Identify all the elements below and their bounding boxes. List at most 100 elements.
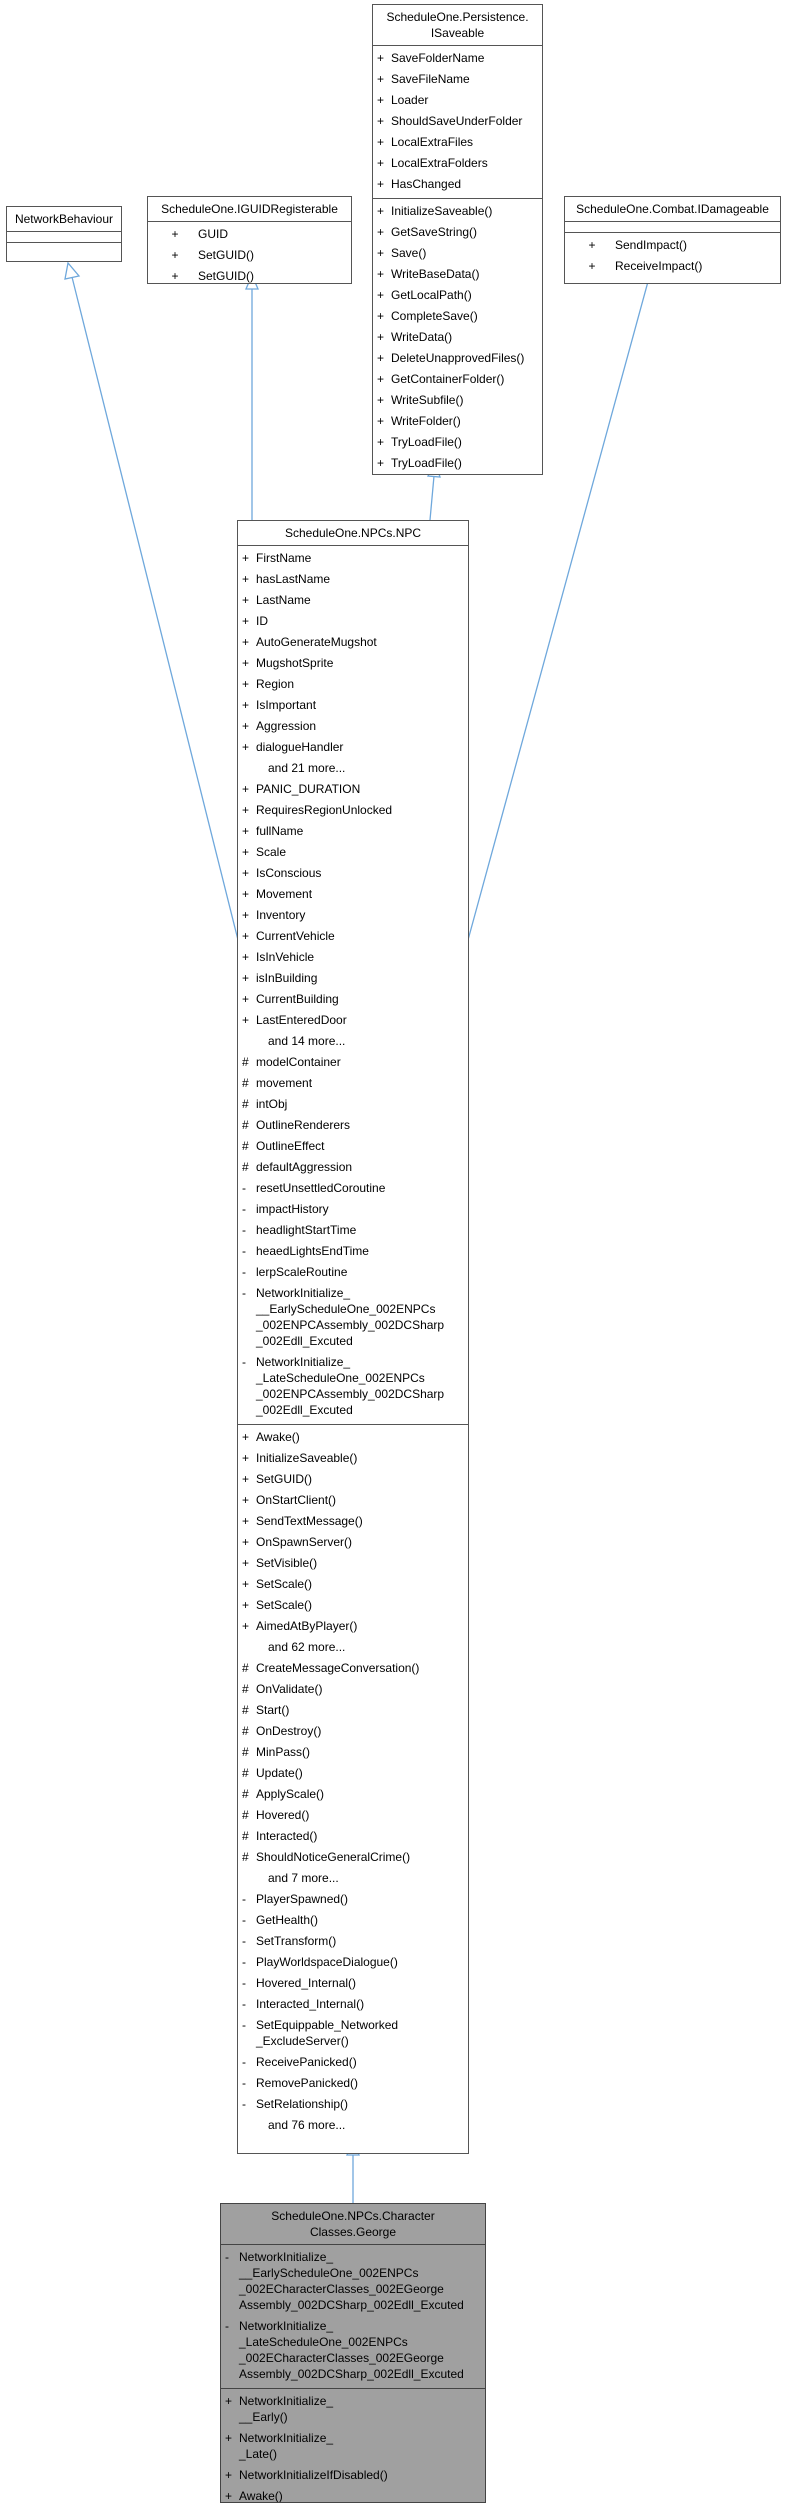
- class-member[interactable]: + RequiresRegionUnlocked: [238, 800, 468, 821]
- class-member[interactable]: + InitializeSaveable(): [373, 201, 542, 222]
- class-member[interactable]: + Loader: [373, 90, 542, 111]
- class-member[interactable]: + CompleteSave(): [373, 306, 542, 327]
- class-member[interactable]: + hasLastName: [238, 569, 468, 590]
- class-member[interactable]: + Region: [238, 674, 468, 695]
- class-member[interactable]: + InitializeSaveable(): [238, 1448, 468, 1469]
- class-member[interactable]: + CurrentVehicle: [238, 926, 468, 947]
- class-member[interactable]: + LastEnteredDoor: [238, 1010, 468, 1031]
- class-member[interactable]: # ShouldNoticeGeneralCrime(): [238, 1847, 468, 1868]
- class-member[interactable]: + IsImportant: [238, 695, 468, 716]
- class-member[interactable]: + SaveFolderName: [373, 48, 542, 69]
- class-member[interactable]: - SetEquippable_Networked _ExcludeServer(…: [238, 2015, 468, 2052]
- class-member[interactable]: + WriteData(): [373, 327, 542, 348]
- class-member[interactable]: - resetUnsettledCoroutine: [238, 1178, 468, 1199]
- class-member[interactable]: + LastName: [238, 590, 468, 611]
- class-member[interactable]: + NetworkInitialize_ __Early(): [221, 2391, 485, 2428]
- class-member[interactable]: + TryLoadFile(): [373, 453, 542, 474]
- class-member[interactable]: # OutlineEffect: [238, 1136, 468, 1157]
- class-member[interactable]: # CreateMessageConversation(): [238, 1658, 468, 1679]
- class-member[interactable]: + SetGUID(): [148, 245, 351, 266]
- class-member[interactable]: + fullName: [238, 821, 468, 842]
- class-member[interactable]: # MinPass(): [238, 1742, 468, 1763]
- class-member[interactable]: + SetGUID(): [148, 266, 351, 287]
- more-members-link[interactable]: and 62 more...: [238, 1637, 468, 1658]
- class-member[interactable]: - SetTransform(): [238, 1931, 468, 1952]
- class-member[interactable]: + SendImpact(): [565, 235, 780, 256]
- class-member[interactable]: - GetHealth(): [238, 1910, 468, 1931]
- class-member[interactable]: # Start(): [238, 1700, 468, 1721]
- more-members-link[interactable]: and 76 more...: [238, 2115, 468, 2136]
- class-member[interactable]: + IsInVehicle: [238, 947, 468, 968]
- class-member[interactable]: + ShouldSaveUnderFolder: [373, 111, 542, 132]
- class-member[interactable]: + HasChanged: [373, 174, 542, 195]
- class-member[interactable]: - NetworkInitialize_ __EarlyScheduleOne_0…: [221, 2247, 485, 2316]
- class-member[interactable]: + GetSaveString(): [373, 222, 542, 243]
- class-member[interactable]: + dialogueHandler: [238, 737, 468, 758]
- class-member[interactable]: # Hovered(): [238, 1805, 468, 1826]
- class-member[interactable]: - lerpScaleRoutine: [238, 1262, 468, 1283]
- class-member[interactable]: + LocalExtraFiles: [373, 132, 542, 153]
- class-member[interactable]: - PlayWorldspaceDialogue(): [238, 1952, 468, 1973]
- class-member[interactable]: # movement: [238, 1073, 468, 1094]
- class-member[interactable]: + IsConscious: [238, 863, 468, 884]
- class-member[interactable]: # ApplyScale(): [238, 1784, 468, 1805]
- class-member[interactable]: + OnStartClient(): [238, 1490, 468, 1511]
- class-member[interactable]: - Interacted_Internal(): [238, 1994, 468, 2015]
- class-member[interactable]: + PANIC_DURATION: [238, 779, 468, 800]
- class-member[interactable]: + GUID: [148, 224, 351, 245]
- class-member[interactable]: - impactHistory: [238, 1199, 468, 1220]
- class-member[interactable]: + NetworkInitialize_ _Late(): [221, 2428, 485, 2465]
- class-member[interactable]: + AimedAtByPlayer(): [238, 1616, 468, 1637]
- class-george[interactable]: ScheduleOne.NPCs.Character Classes.Georg…: [220, 2203, 486, 2503]
- class-member[interactable]: + OnSpawnServer(): [238, 1532, 468, 1553]
- class-member[interactable]: # Update(): [238, 1763, 468, 1784]
- class-member[interactable]: # defaultAggression: [238, 1157, 468, 1178]
- class-member[interactable]: + Inventory: [238, 905, 468, 926]
- class-member[interactable]: + TryLoadFile(): [373, 432, 542, 453]
- class-member[interactable]: - NetworkInitialize_ __EarlyScheduleOne_0…: [238, 1283, 468, 1352]
- more-members-link[interactable]: and 7 more...: [238, 1868, 468, 1889]
- class-member[interactable]: + WriteFolder(): [373, 411, 542, 432]
- class-member[interactable]: + Aggression: [238, 716, 468, 737]
- class-member[interactable]: # Interacted(): [238, 1826, 468, 1847]
- class-idamageable[interactable]: ScheduleOne.Combat.IDamageable + SendImpa…: [564, 196, 781, 284]
- class-member[interactable]: + SetGUID(): [238, 1469, 468, 1490]
- class-member[interactable]: + CurrentBuilding: [238, 989, 468, 1010]
- class-member[interactable]: - Hovered_Internal(): [238, 1973, 468, 1994]
- class-member[interactable]: + SetVisible(): [238, 1553, 468, 1574]
- class-member[interactable]: + isInBuilding: [238, 968, 468, 989]
- class-member[interactable]: - NetworkInitialize_ _LateScheduleOne_002…: [238, 1352, 468, 1421]
- class-member[interactable]: + SendTextMessage(): [238, 1511, 468, 1532]
- class-member[interactable]: - PlayerSpawned(): [238, 1889, 468, 1910]
- more-members-link[interactable]: and 14 more...: [238, 1031, 468, 1052]
- class-member[interactable]: + SetScale(): [238, 1595, 468, 1616]
- class-npc[interactable]: ScheduleOne.NPCs.NPC + FirstName + hasLastN…: [237, 520, 469, 2154]
- class-member[interactable]: # OnValidate(): [238, 1679, 468, 1700]
- class-iguidregisterable[interactable]: ScheduleOne.IGUIDRegisterable + GUID + SetG…: [147, 196, 352, 284]
- class-member[interactable]: + WriteBaseData(): [373, 264, 542, 285]
- class-member[interactable]: # modelContainer: [238, 1052, 468, 1073]
- class-member[interactable]: + ID: [238, 611, 468, 632]
- more-members-link[interactable]: and 21 more...: [238, 758, 468, 779]
- class-member[interactable]: + FirstName: [238, 548, 468, 569]
- class-member[interactable]: + AutoGenerateMugshot: [238, 632, 468, 653]
- class-member[interactable]: + Scale: [238, 842, 468, 863]
- class-member[interactable]: # intObj: [238, 1094, 468, 1115]
- class-member[interactable]: - NetworkInitialize_ _LateScheduleOne_002…: [221, 2316, 485, 2385]
- class-member[interactable]: + SetScale(): [238, 1574, 468, 1595]
- class-member[interactable]: - heaedLightsEndTime: [238, 1241, 468, 1262]
- class-networkbehaviour[interactable]: NetworkBehaviour: [6, 206, 122, 262]
- class-member[interactable]: + WriteSubfile(): [373, 390, 542, 411]
- class-member[interactable]: + GetLocalPath(): [373, 285, 542, 306]
- class-member[interactable]: - ReceivePanicked(): [238, 2052, 468, 2073]
- class-member[interactable]: + Awake(): [238, 1427, 468, 1448]
- class-member[interactable]: + Save(): [373, 243, 542, 264]
- class-member[interactable]: - RemovePanicked(): [238, 2073, 468, 2094]
- class-member[interactable]: # OnDestroy(): [238, 1721, 468, 1742]
- class-member[interactable]: + Movement: [238, 884, 468, 905]
- class-member[interactable]: - SetRelationship(): [238, 2094, 468, 2115]
- class-isaveable[interactable]: ScheduleOne.Persistence. ISaveable + Save…: [372, 4, 543, 475]
- class-member[interactable]: + LocalExtraFolders: [373, 153, 542, 174]
- class-member[interactable]: - headlightStartTime: [238, 1220, 468, 1241]
- class-member[interactable]: + NetworkInitializeIfDisabled(): [221, 2465, 485, 2486]
